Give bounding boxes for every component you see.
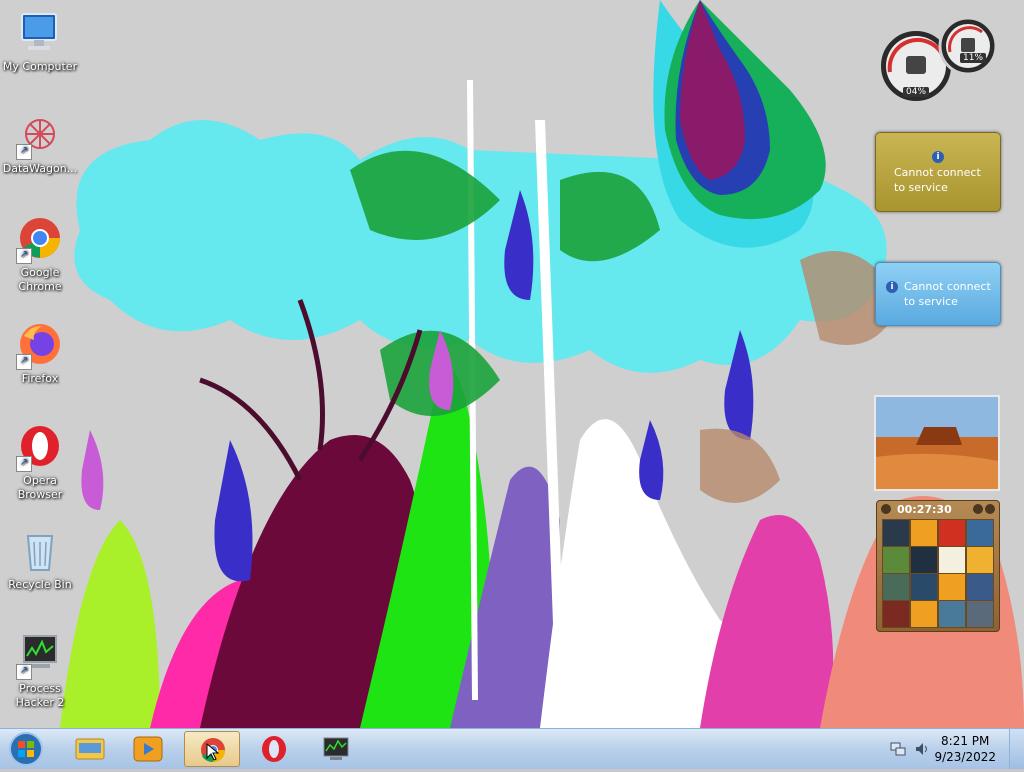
media-player-icon (133, 736, 163, 762)
desktop-icon-process-hacker[interactable]: ↗ Process Hacker 2 (0, 632, 80, 710)
puzzle-tile[interactable] (882, 519, 910, 547)
opera-icon: ↗ (16, 424, 64, 472)
taskbar-opera-button[interactable] (246, 731, 302, 767)
computer-icon (16, 10, 64, 58)
puzzle-tile[interactable] (938, 600, 966, 628)
taskbar-chrome-button[interactable] (184, 731, 240, 767)
puzzle-timer: 00:27:30 (897, 503, 952, 516)
firefox-icon: ↗ (16, 322, 64, 370)
start-button[interactable] (6, 730, 46, 768)
process-hacker-icon: ↗ (16, 632, 64, 680)
datawagon-icon: ↗ (16, 112, 64, 160)
slideshow-gadget[interactable] (874, 395, 1000, 491)
opera-icon (262, 736, 286, 762)
puzzle-tile[interactable] (938, 546, 966, 574)
cpu-meter-gadget[interactable]: 04% 11% (872, 12, 1002, 105)
taskbar: 8:21 PM 9/23/2022 (0, 728, 1024, 769)
desktop-icon-firefox[interactable]: ↗ Firefox (0, 322, 80, 386)
taskbar-clock[interactable]: 8:21 PM 9/23/2022 (934, 733, 996, 765)
puzzle-tile[interactable] (910, 519, 938, 547)
desktop-icon-my-computer[interactable]: My Computer (0, 10, 80, 74)
shortcut-arrow-icon: ↗ (16, 664, 32, 680)
desktop-icon-label: Firefox (21, 372, 59, 385)
explorer-icon (75, 738, 105, 760)
desktop-icon-label: DataWagon... (2, 162, 78, 175)
windows-orb-icon (9, 732, 43, 766)
desktop-icon-google-chrome[interactable]: ↗ Google Chrome (0, 216, 80, 294)
puzzle-tile[interactable] (910, 600, 938, 628)
desktop-icon-label: Google Chrome (18, 266, 62, 293)
chrome-icon: ↗ (16, 216, 64, 264)
network-tray-icon[interactable] (890, 741, 906, 757)
volume-tray-icon[interactable] (914, 741, 930, 757)
puzzle-tile[interactable] (882, 546, 910, 574)
recycle-bin-icon (16, 528, 64, 576)
shortcut-arrow-icon: ↗ (16, 354, 32, 370)
process-hacker-icon (323, 737, 349, 760)
info-icon: i (932, 151, 944, 163)
slideshow-picture (876, 397, 998, 489)
shortcut-arrow-icon: ↗ (16, 456, 32, 472)
network-icon (890, 742, 906, 756)
puzzle-tile[interactable] (938, 573, 966, 601)
cpu-usage-value: 04% (903, 87, 930, 97)
puzzle-tile[interactable] (966, 546, 994, 574)
desktop-wallpaper (0, 0, 1024, 728)
memory-usage-value: 11% (960, 53, 987, 63)
show-desktop-button[interactable] (1009, 729, 1024, 769)
puzzle-tile[interactable] (966, 600, 994, 628)
shortcut-arrow-icon: ↗ (16, 144, 32, 160)
desktop-icon-label: Opera Browser (17, 474, 63, 501)
puzzle-tile[interactable] (882, 573, 910, 601)
puzzle-tile[interactable] (966, 573, 994, 601)
desktop-icon-label: Recycle Bin (8, 578, 72, 591)
info-icon: i (886, 281, 898, 293)
weather-error-message: Cannot connect to service (904, 280, 991, 308)
puzzle-board (882, 519, 994, 628)
picture-puzzle-gadget[interactable]: 00:27:30 (876, 500, 1000, 632)
puzzle-tile[interactable] (882, 600, 910, 628)
puzzle-shuffle-icon[interactable] (985, 504, 995, 514)
puzzle-tile[interactable] (910, 573, 938, 601)
shortcut-arrow-icon: ↗ (16, 248, 32, 264)
weather-gadget[interactable]: i Cannot connect to service (875, 262, 1001, 326)
desktop-icon-label: Process Hacker 2 (15, 682, 65, 709)
taskbar-media-player-button[interactable] (120, 731, 176, 767)
speaker-icon (916, 743, 927, 755)
puzzle-tile[interactable] (966, 519, 994, 547)
currency-gadget[interactable]: i Cannot connect to service (875, 132, 1001, 212)
currency-error-message: Cannot connect to service (894, 166, 981, 194)
puzzle-tile[interactable] (938, 519, 966, 547)
taskbar-process-hacker-button[interactable] (308, 731, 364, 767)
desktop-icon-recycle-bin[interactable]: Recycle Bin (0, 528, 80, 592)
chrome-icon (201, 738, 225, 763)
taskbar-explorer-button[interactable] (62, 731, 118, 767)
puzzle-help-icon[interactable] (973, 504, 983, 514)
puzzle-tile[interactable] (910, 546, 938, 574)
desktop-icon-label: My Computer (2, 60, 78, 73)
clock-time: 8:21 PM (941, 734, 990, 748)
desktop-icon-datawagon[interactable]: ↗ DataWagon... (0, 112, 80, 176)
puzzle-info-icon[interactable] (881, 504, 891, 514)
clock-date: 9/23/2022 (934, 750, 996, 764)
desktop-icon-opera[interactable]: ↗ Opera Browser (0, 424, 80, 502)
